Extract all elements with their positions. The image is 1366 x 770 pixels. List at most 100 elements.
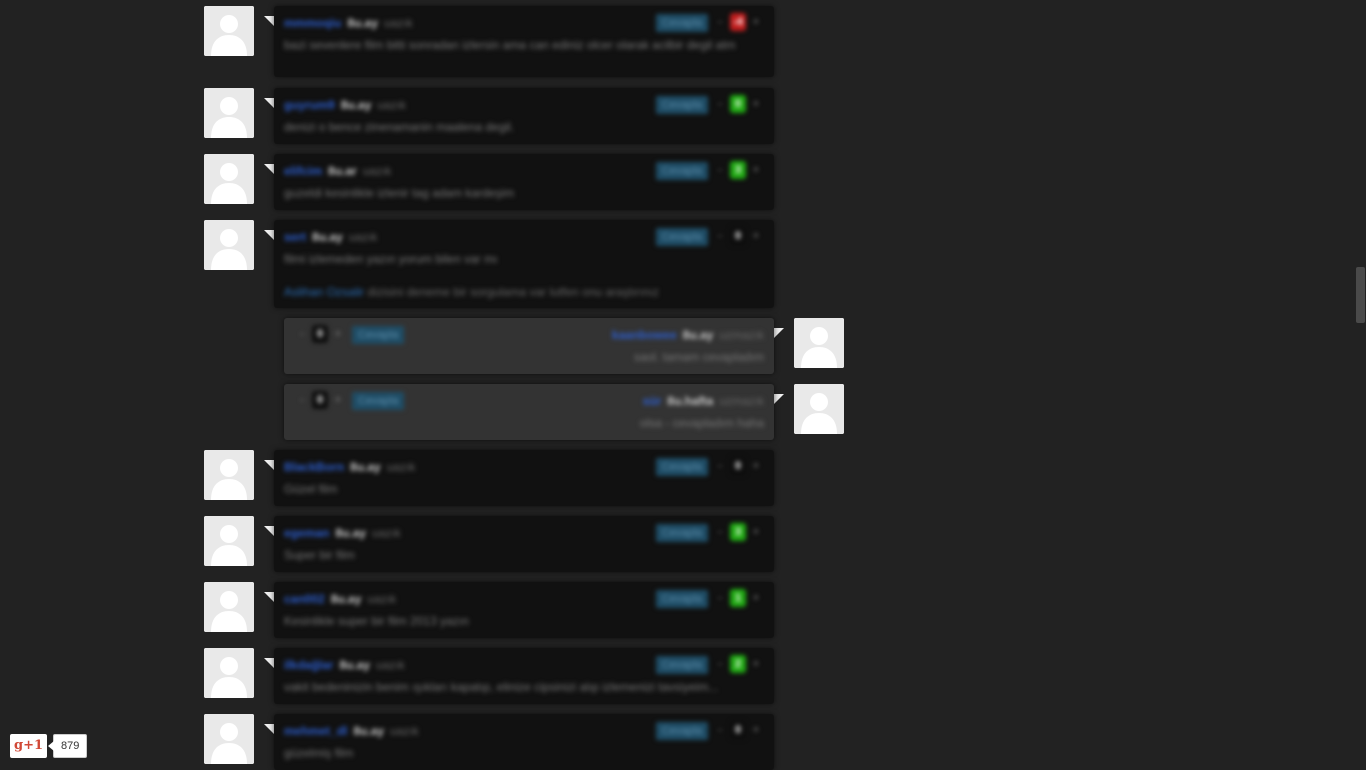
reply-button[interactable]: Cevapla [655, 458, 708, 476]
reply-button[interactable]: Cevapla [655, 162, 708, 180]
comment-header: sert 8u.ay uazık [284, 230, 377, 244]
upvote-button[interactable]: + [332, 391, 344, 409]
vote-controls: - -4 + [714, 13, 762, 31]
default-avatar-icon [204, 220, 254, 270]
comment-header: sür 8u.hafta uzmazık [643, 394, 764, 408]
avatar[interactable] [204, 516, 254, 566]
downvote-button[interactable]: - [714, 227, 726, 245]
timestamp: uazık [390, 724, 419, 738]
upvote-button[interactable]: + [750, 457, 762, 475]
default-avatar-icon [204, 714, 254, 764]
username-link[interactable]: sert [284, 230, 306, 244]
user-age: 8u.ay [350, 460, 381, 474]
upvote-button[interactable]: + [750, 721, 762, 739]
upvote-button[interactable]: + [750, 95, 762, 113]
reply-button[interactable]: Cevapla [655, 14, 708, 32]
username-link[interactable]: mmmoqiu [284, 16, 341, 30]
google-plus-one-button[interactable]: g+1 [10, 734, 47, 758]
username-link[interactable]: egeman [284, 526, 329, 540]
comment-text: Kesinlikle super bir film 2013 yazın [284, 614, 469, 628]
upvote-button[interactable]: + [332, 325, 344, 343]
avatar[interactable] [204, 6, 254, 56]
avatar[interactable] [794, 384, 844, 434]
comment-header: kaanbowee 8u.ay uzmazık [612, 328, 764, 342]
vote-controls: -2 + [714, 655, 762, 673]
downvote-button[interactable]: - [714, 13, 726, 31]
downvote-button[interactable]: - [296, 391, 308, 409]
username-link[interactable]: sür [643, 394, 662, 408]
reply-button[interactable]: Cevapla [352, 326, 405, 344]
bubble-pointer [264, 98, 274, 108]
reply-button[interactable]: Cevapla [655, 656, 708, 674]
comment-bubble: mmmoqiu 8u.ay uazık bazi sevenlere film bit… [274, 6, 774, 77]
comment-content: can002 8u.ay uazık Kesinlikle super bir fil… [274, 582, 774, 638]
bubble-pointer [264, 164, 274, 174]
upvote-button[interactable]: + [750, 13, 762, 31]
downvote-button[interactable]: - [714, 161, 726, 179]
upvote-button[interactable]: + [750, 227, 762, 245]
comment-header: egeman 8u.ay uazık [284, 526, 401, 540]
google-plus-widget: g+1 879 [10, 734, 88, 758]
comment-content: guyrum9 8u.ay uazık denizi o bence zinenama… [274, 88, 774, 144]
default-avatar-icon [204, 450, 254, 500]
downvote-button[interactable]: - [714, 523, 726, 541]
upvote-button[interactable]: + [750, 523, 762, 541]
default-avatar-icon [204, 6, 254, 56]
downvote-button[interactable]: - [714, 655, 726, 673]
bubble-pointer [264, 724, 274, 734]
vote-score: 0 [730, 721, 746, 739]
comment-text: Güzel film [284, 482, 338, 496]
scrollbar[interactable] [1356, 267, 1365, 323]
upvote-button[interactable]: + [750, 589, 762, 607]
downvote-button[interactable]: - [714, 721, 726, 739]
comment-content: sür 8u.hafta uzmazık olsa - cevapladım haha… [284, 384, 774, 440]
comment-header: can002 8u.ay uazık [284, 592, 396, 606]
reply-button[interactable]: Cevapla [655, 228, 708, 246]
vote-score: 2 [730, 655, 746, 673]
username-link[interactable]: can002 [284, 592, 325, 606]
comment-content: elifcim 8u.ar uazık guzeldi kesinlikle izle… [274, 154, 774, 210]
downvote-button[interactable]: - [714, 95, 726, 113]
vote-controls: -0 + [714, 457, 762, 475]
avatar[interactable] [204, 88, 254, 138]
mention-link[interactable]: Aslihan Ozsalir [284, 285, 364, 299]
avatar[interactable] [204, 582, 254, 632]
upvote-button[interactable]: + [750, 655, 762, 673]
downvote-button[interactable]: - [714, 457, 726, 475]
user-age: 8u.ay [312, 230, 343, 244]
vote-controls: -0 + [714, 227, 762, 245]
comment-bubble: BlackBorn 8u.ay uazık Güzel film Cevapla -0 + [274, 450, 774, 506]
comment-text: olsa - cevapladım haha [639, 416, 764, 430]
upvote-button[interactable]: + [750, 161, 762, 179]
comment-text: filmi izlemeden yazın yorum bilen var mı [284, 252, 498, 266]
reply-button[interactable]: Cevapla [655, 722, 708, 740]
reply-button[interactable]: Cevapla [352, 392, 405, 410]
username-link[interactable]: mehmet_dl [284, 724, 347, 738]
avatar[interactable] [204, 450, 254, 500]
downvote-button[interactable]: - [296, 325, 308, 343]
username-link[interactable]: kaanbowee [612, 328, 677, 342]
reply-button[interactable]: Cevapla [655, 96, 708, 114]
user-age: 8u.ay [330, 592, 362, 606]
bubble-pointer [264, 16, 274, 26]
username-link[interactable]: guyrum9 [284, 98, 335, 112]
username-link[interactable]: BlackBorn [284, 460, 344, 474]
comment-bubble: egeman 8u.ay uazık Super bir film Cevapla -3 + [274, 516, 774, 572]
vote-score: 0 [312, 391, 328, 409]
username-link[interactable]: ilkdağlar [284, 658, 333, 672]
default-avatar-icon [204, 516, 254, 566]
avatar[interactable] [204, 220, 254, 270]
comment-text: Super bir film [284, 548, 355, 562]
comment-content: mmmoqiu 8u.ay uazık bazi sevenlere film bit… [274, 6, 774, 77]
vote-score: 1 [730, 589, 746, 607]
user-age: 8u.ay [353, 724, 385, 738]
avatar[interactable] [204, 714, 254, 764]
downvote-button[interactable]: - [714, 589, 726, 607]
avatar[interactable] [794, 318, 844, 368]
vote-score: 0 [730, 457, 746, 475]
reply-button[interactable]: Cevapla [655, 524, 708, 542]
avatar[interactable] [204, 154, 254, 204]
username-link[interactable]: elifcim [284, 164, 322, 178]
avatar[interactable] [204, 648, 254, 698]
reply-button[interactable]: Cevapla [655, 590, 708, 608]
